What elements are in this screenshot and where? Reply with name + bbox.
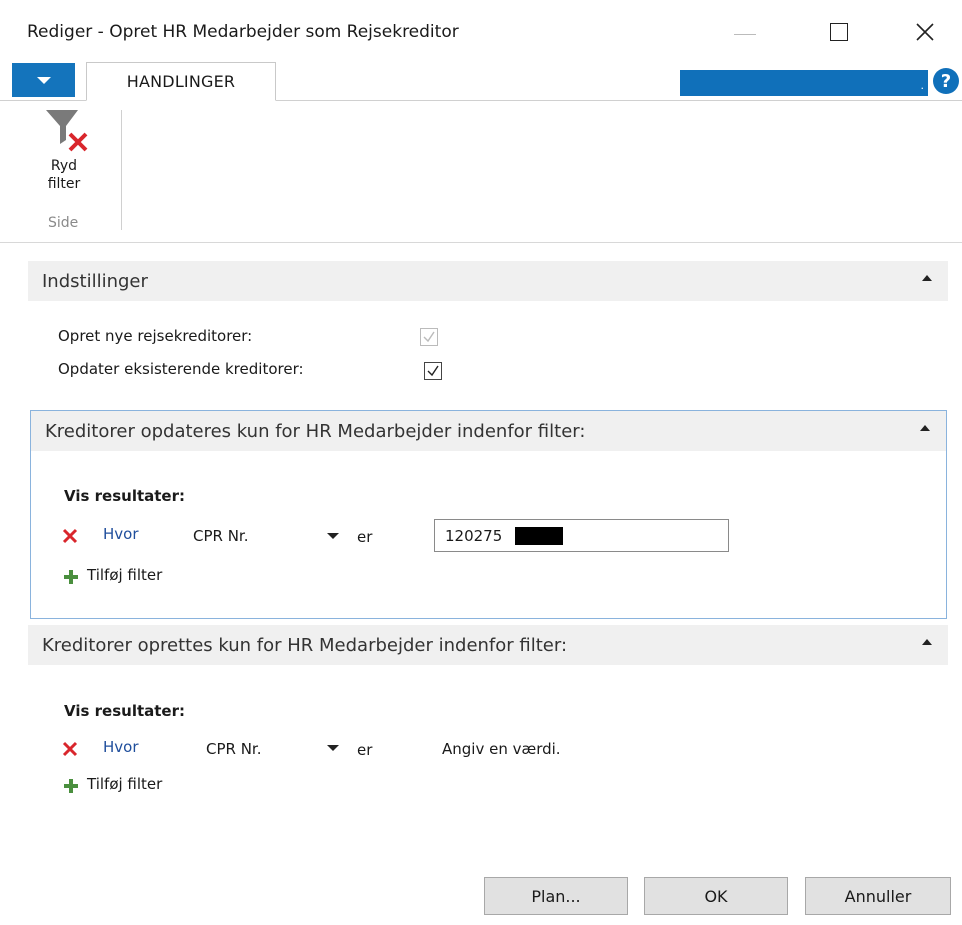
chevron-down-icon[interactable]	[327, 745, 339, 751]
add-filter-icon[interactable]	[64, 779, 78, 793]
operator-label: er	[357, 528, 373, 546]
checkmark-icon	[423, 331, 435, 343]
create-filter-header[interactable]: Kreditorer oprettes kun for HR Medarbejd…	[28, 625, 948, 665]
app-menu-button[interactable]	[12, 63, 75, 97]
collapse-icon[interactable]	[922, 639, 932, 645]
update-existing-checkbox[interactable]	[424, 362, 442, 380]
redaction-block	[515, 527, 563, 545]
filter-value-input[interactable]: 120275	[434, 519, 729, 552]
collapse-icon[interactable]	[922, 275, 932, 281]
plan-button[interactable]: Plan...	[484, 877, 628, 915]
create-new-checkbox	[420, 328, 438, 346]
where-link[interactable]: Hvor	[103, 525, 139, 543]
remove-filter-icon[interactable]	[62, 741, 78, 757]
clear-filter-icon	[34, 106, 94, 156]
ribbon-divider	[121, 110, 122, 230]
show-results-label: Vis resultater:	[64, 487, 185, 505]
add-filter-icon[interactable]	[64, 570, 78, 584]
add-filter-link[interactable]: Tilføj filter	[87, 775, 162, 793]
field-select[interactable]: CPR Nr.	[193, 527, 249, 545]
collapse-icon[interactable]	[920, 425, 930, 431]
filter-value-text: 120275	[445, 527, 503, 545]
where-link[interactable]: Hvor	[103, 738, 139, 756]
maximize-button[interactable]	[814, 10, 864, 54]
clear-filter-label-1: Ryd	[50, 158, 78, 174]
window-title: Rediger - Opret HR Medarbejder som Rejse…	[27, 22, 459, 42]
create-new-label: Opret nye rejsekreditorer:	[58, 327, 253, 345]
title-bar: Rediger - Opret HR Medarbejder som Rejse…	[0, 0, 962, 62]
update-existing-label: Opdater eksisterende kreditorer:	[58, 360, 304, 378]
ribbon: Ryd filter Side	[0, 100, 962, 243]
create-filter-title: Kreditorer oprettes kun for HR Medarbejd…	[42, 634, 568, 656]
minimize-button[interactable]	[720, 10, 770, 54]
update-filter-header[interactable]: Kreditorer opdateres kun for HR Medarbej…	[31, 411, 946, 451]
show-results-label: Vis resultater:	[64, 702, 185, 720]
cancel-button[interactable]: Annuller	[805, 877, 951, 915]
tab-handlinger[interactable]: HANDLINGER	[86, 62, 276, 101]
ribbon-tab-bar: HANDLINGER . ?	[0, 62, 962, 101]
clear-filter-label-2: filter	[47, 176, 81, 192]
remove-filter-icon[interactable]	[62, 528, 78, 544]
help-icon[interactable]: ?	[933, 68, 959, 94]
settings-title: Indstillinger	[42, 270, 148, 292]
maximize-icon	[830, 23, 848, 41]
minimize-icon	[734, 33, 756, 35]
update-filter-title: Kreditorer opdateres kun for HR Medarbej…	[45, 420, 586, 442]
close-icon	[916, 23, 934, 41]
field-select[interactable]: CPR Nr.	[206, 740, 262, 758]
ribbon-group-label: Side	[48, 215, 79, 231]
chevron-down-icon	[36, 76, 51, 84]
add-filter-link[interactable]: Tilføj filter	[87, 566, 162, 584]
settings-header[interactable]: Indstillinger	[28, 261, 948, 301]
close-button[interactable]	[900, 10, 950, 54]
checkmark-icon	[427, 365, 439, 377]
filter-value-placeholder[interactable]: Angiv en værdi.	[442, 740, 561, 758]
clear-filter-button[interactable]: Ryd filter	[26, 106, 102, 192]
chevron-down-icon[interactable]	[327, 533, 339, 539]
user-bar: .	[680, 70, 928, 96]
user-bar-text: .	[920, 79, 925, 92]
operator-label: er	[357, 741, 373, 759]
ok-button[interactable]: OK	[644, 877, 788, 915]
